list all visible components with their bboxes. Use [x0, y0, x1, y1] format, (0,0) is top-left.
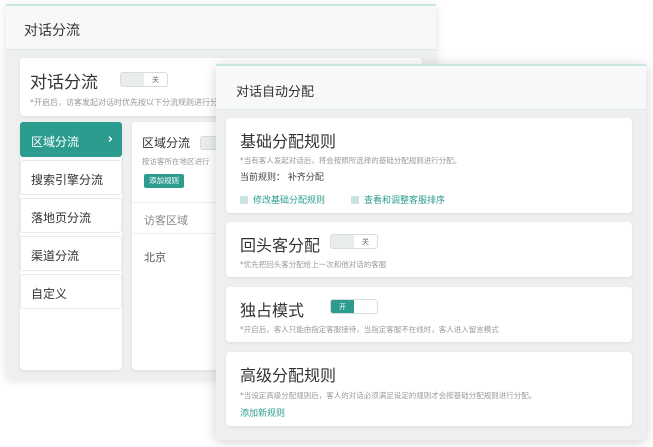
- sidebar-item-label: 区域分流: [31, 135, 80, 149]
- returning-customer-toggle[interactable]: 关: [330, 234, 378, 249]
- sidebar-item-label: 自定义: [31, 287, 68, 301]
- diversion-toggle[interactable]: 关: [120, 72, 168, 87]
- sidebar-item-landing-page[interactable]: 落地页分流: [20, 198, 122, 233]
- auto-assign-window-title: 对话自动分配: [216, 66, 646, 110]
- diversion-heading: 对话分流: [30, 73, 98, 93]
- toggle-knob: [354, 300, 377, 313]
- diversion-sidebar: 区域分流 › 搜索引擎分流 落地页分流 渠道分流 自定义: [20, 122, 122, 370]
- toggle-label: 关: [354, 235, 377, 248]
- modify-basic-rules-link[interactable]: 修改基础分配规则: [240, 193, 325, 206]
- view-staff-order-link[interactable]: 查看和调整客服排序: [351, 193, 445, 206]
- current-rule: 当前规则： 补齐分配: [240, 173, 324, 183]
- sidebar-item-region[interactable]: 区域分流 ›: [20, 122, 122, 157]
- region-panel-hint: 按访客所在地区进行: [142, 157, 210, 166]
- chevron-right-icon: ›: [107, 132, 113, 147]
- square-icon: [351, 195, 359, 204]
- diversion-hint: *开启后，访客发起对话时优先按以下分流规则进行分配: [30, 98, 226, 107]
- returning-customer-hint: *优先把回头客分配给上一次和他对话的客服: [240, 260, 387, 269]
- exclusive-mode-hint: *开启后，客人只能由指定客服接待，当指定客服不在线时，客人进入留言模式: [240, 325, 499, 334]
- toggle-label: 关: [144, 73, 167, 86]
- toggle-track: [331, 235, 354, 248]
- auto-assign-window: 对话自动分配 基础分配规则 *当有客人发起对话后，将会按照所选择的基础分配规则进…: [216, 64, 646, 440]
- toggle-label: 开: [331, 300, 354, 313]
- modify-basic-rules-label: 修改基础分配规则: [253, 196, 326, 206]
- basic-rules-title: 基础分配规则: [240, 132, 337, 151]
- sidebar-item-custom[interactable]: 自定义: [20, 274, 122, 309]
- exclusive-mode-toggle[interactable]: 开: [330, 299, 378, 314]
- sidebar-item-channel[interactable]: 渠道分流: [20, 236, 122, 271]
- basic-rules-hint: *当有客人发起对话后，将会按照所选择的基础分配规则进行分配。: [240, 156, 462, 165]
- view-staff-order-label: 查看和调整客服排序: [364, 196, 446, 206]
- sidebar-item-label: 渠道分流: [31, 249, 80, 263]
- exclusive-mode-title: 独占模式: [240, 301, 305, 320]
- square-icon: [240, 195, 248, 204]
- region-panel-title: 区域分流: [142, 136, 191, 150]
- returning-customer-title: 回头客分配: [240, 236, 321, 255]
- sidebar-item-label: 落地页分流: [31, 211, 92, 225]
- toggle-track: [121, 73, 144, 86]
- advanced-rules-title: 高级分配规则: [240, 366, 337, 385]
- sidebar-item-label: 搜索引擎分流: [31, 173, 104, 187]
- table-row: 北京: [144, 251, 166, 264]
- returning-customer-card: 回头客分配 关 *优先把回头客分配给上一次和他对话的客服: [226, 222, 632, 277]
- stage: 对话分流 对话分流 关 *开启后，访客发起对话时优先按以下分流规则进行分配 区域…: [0, 0, 653, 447]
- add-new-rule-link[interactable]: 添加新规则: [240, 406, 285, 419]
- advanced-rules-card: 高级分配规则 *当设定高级分配规则后，客人的对话必须满足设定的规则才会按基础分配…: [226, 352, 632, 426]
- add-rule-button[interactable]: 添加规则: [144, 174, 184, 188]
- diversion-window-title: 对话分流: [6, 6, 436, 50]
- exclusive-mode-card: 独占模式 开 *开启后，客人只能由指定客服接待，当指定客服不在线时，客人进入留言…: [226, 287, 632, 342]
- sidebar-item-search-engine[interactable]: 搜索引擎分流: [20, 160, 122, 195]
- basic-rules-card: 基础分配规则 *当有客人发起对话后，将会按照所选择的基础分配规则进行分配。 当前…: [226, 118, 632, 213]
- advanced-rules-hint: *当设定高级分配规则后，客人的对话必须满足设定的规则才会按基础分配规则进行分配。: [240, 391, 537, 400]
